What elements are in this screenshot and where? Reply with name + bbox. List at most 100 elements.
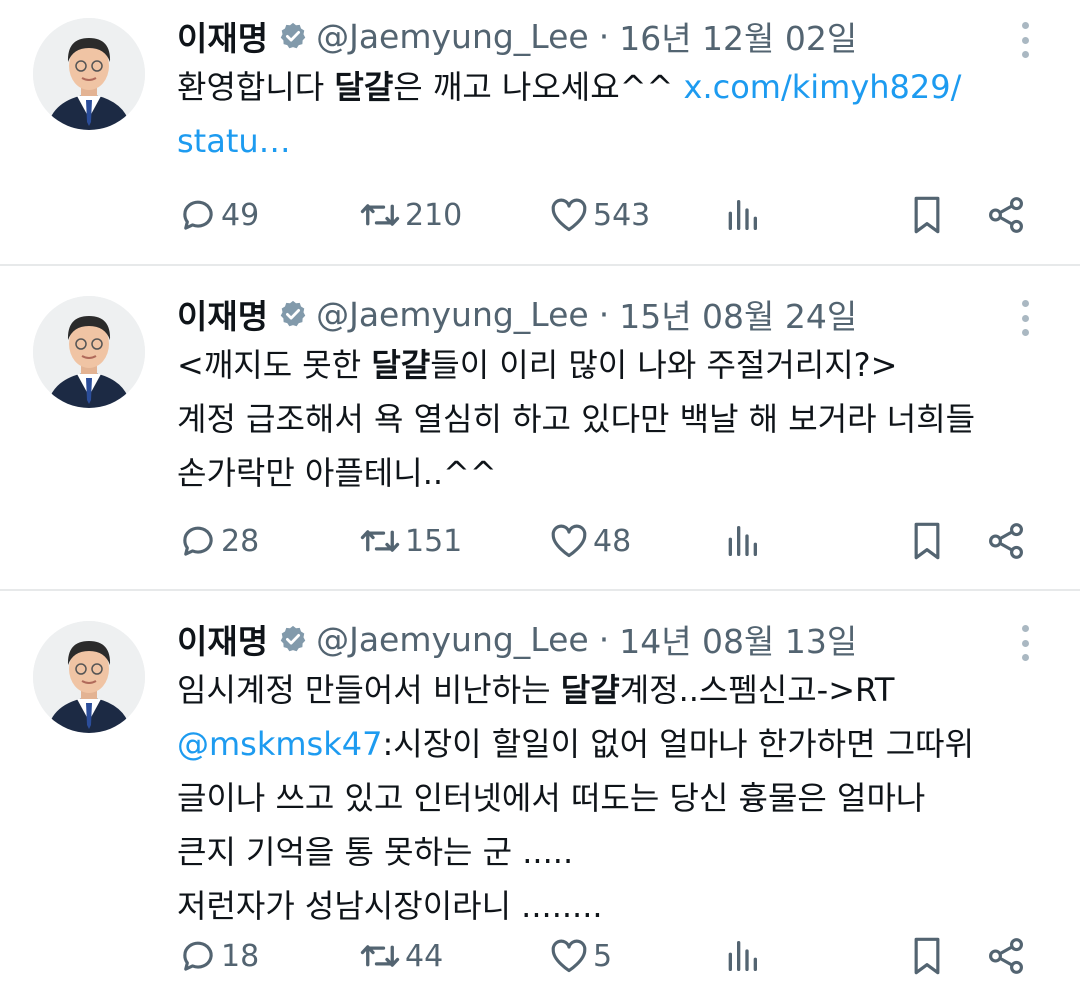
views-button[interactable]: [722, 190, 762, 240]
separator-dot: ·: [598, 16, 610, 56]
tweet[interactable]: 이재명 @Jaemyung_Lee · 16년 12월 02일 환영합니다 달걀…: [0, 0, 1080, 266]
bookmark-icon: [907, 518, 947, 564]
share-button[interactable]: [985, 516, 1027, 566]
tweet-text-line: 글이나 쓰고 있고 인터넷에서 떠도는 당신 흉물은 얼마나: [177, 771, 1050, 825]
share-icon: [985, 194, 1027, 236]
views-button[interactable]: [722, 516, 762, 566]
url-link[interactable]: statu…: [177, 122, 291, 160]
verified-badge-icon: [278, 624, 308, 654]
tweet-text-line: 손가락만 아플테니..^^: [177, 446, 1050, 500]
like-button[interactable]: 5: [547, 931, 612, 981]
bookmark-button[interactable]: [907, 190, 947, 240]
author-name[interactable]: 이재명: [177, 12, 268, 60]
more-options-icon[interactable]: [1020, 300, 1030, 336]
bookmark-icon: [907, 933, 947, 979]
author-name[interactable]: 이재명: [177, 615, 268, 663]
text-segment: 계정..스펨신고->RT: [619, 671, 895, 709]
tweet-text: 환영합니다 달걀은 깨고 나오세요^^ x.com/kimyh829/statu…: [177, 60, 1050, 168]
retweet-icon: [357, 935, 403, 977]
like-count: 543: [593, 197, 651, 233]
like-count: 48: [593, 523, 632, 559]
share-icon: [985, 935, 1027, 977]
highlighted-keyword: 달걀: [334, 68, 394, 106]
highlighted-keyword: 달걀: [371, 346, 431, 384]
retweet-count: 44: [405, 938, 444, 974]
text-segment: 임시계정 만들어서 비난하는: [177, 671, 561, 709]
like-button[interactable]: 48: [547, 516, 631, 566]
separator-dot: ·: [598, 294, 610, 334]
tweet-header: 이재명 @Jaemyung_Lee · 16년 12월 02일: [177, 12, 1020, 60]
text-segment: 계정 급조해서 욕 열심히 하고 있다만 백날 해 보거라 너희들: [177, 400, 976, 438]
more-options-icon[interactable]: [1020, 625, 1030, 661]
reply-count: 18: [221, 938, 260, 974]
text-segment: 큰지 기억을 통 못하는 군 .....: [177, 833, 574, 871]
tweet-text-line: 환영합니다 달걀은 깨고 나오세요^^ x.com/kimyh829/: [177, 60, 1050, 114]
tweet-header: 이재명 @Jaemyung_Lee · 14년 08월 13일: [177, 615, 1020, 663]
tweet-actions: 28 151 48: [177, 516, 1030, 566]
tweet-text-line: 큰지 기억을 통 못하는 군 .....: [177, 825, 1050, 879]
highlighted-keyword: 달걀: [560, 671, 620, 709]
heart-icon: [547, 935, 591, 977]
retweet-button[interactable]: 151: [357, 516, 462, 566]
tweet[interactable]: 이재명 @Jaemyung_Lee · 14년 08월 13일 임시계정 만들어…: [0, 591, 1080, 1003]
author-handle[interactable]: @Jaemyung_Lee: [316, 295, 589, 334]
reply-count: 49: [221, 197, 260, 233]
tweet-text: 임시계정 만들어서 비난하는 달걀계정..스펨신고->RT @mskmsk47:시…: [177, 663, 1050, 933]
text-segment: 들이 이리 많이 나와 주절거리지?>: [430, 346, 898, 384]
url-link[interactable]: x.com/kimyh829/: [684, 68, 962, 106]
text-segment: 저런자가 성남시장이라니 ........: [177, 887, 603, 925]
retweet-button[interactable]: 210: [357, 190, 462, 240]
author-handle[interactable]: @Jaemyung_Lee: [316, 17, 589, 56]
retweet-button[interactable]: 44: [357, 931, 443, 981]
reply-button[interactable]: 28: [177, 516, 259, 566]
tweet-text-line: @mskmsk47:시장이 할일이 없어 얼마나 한가하면 그따위: [177, 717, 1050, 771]
reply-count: 28: [221, 523, 260, 559]
like-button[interactable]: 543: [547, 190, 650, 240]
views-chart-icon: [722, 520, 762, 562]
tweet-date[interactable]: 15년 08월 24일: [619, 290, 857, 338]
text-segment: 글이나 쓰고 있고 인터넷에서 떠도는 당신 흉물은 얼마나: [177, 779, 926, 817]
views-chart-icon: [722, 935, 762, 977]
author-handle[interactable]: @Jaemyung_Lee: [316, 620, 589, 659]
reply-button[interactable]: 49: [177, 190, 259, 240]
tweet-text-line: statu…: [177, 114, 1050, 168]
text-segment: 은 깨고 나오세요^^: [393, 68, 684, 106]
share-button[interactable]: [985, 931, 1027, 981]
text-segment: 환영합니다: [177, 68, 335, 106]
heart-icon: [547, 520, 591, 562]
text-segment: 손가락만 아플테니..^^: [177, 454, 497, 492]
text-segment: <깨지도 못한: [177, 346, 372, 384]
share-button[interactable]: [985, 190, 1027, 240]
views-button[interactable]: [722, 931, 762, 981]
separator-dot: ·: [598, 619, 610, 659]
tweet-date[interactable]: 14년 08월 13일: [619, 615, 857, 663]
tweet-actions: 18 44 5: [177, 931, 1030, 981]
tweet-date[interactable]: 16년 12월 02일: [619, 12, 857, 60]
retweet-icon: [357, 520, 403, 562]
verified-badge-icon: [278, 299, 308, 329]
bookmark-icon: [907, 192, 947, 238]
tweet-actions: 49 210 543: [177, 190, 1030, 240]
avatar[interactable]: [33, 621, 145, 733]
avatar[interactable]: [33, 296, 145, 408]
reply-icon: [177, 194, 219, 236]
retweet-icon: [357, 194, 403, 236]
reply-button[interactable]: 18: [177, 931, 259, 981]
mention-link[interactable]: @mskmsk47: [177, 725, 382, 763]
avatar[interactable]: [33, 18, 145, 130]
more-options-icon[interactable]: [1020, 22, 1030, 58]
text-segment: :시장이 할일이 없어 얼마나 한가하면 그따위: [382, 725, 975, 763]
share-icon: [985, 520, 1027, 562]
views-chart-icon: [722, 194, 762, 236]
tweet[interactable]: 이재명 @Jaemyung_Lee · 15년 08월 24일 <깨지도 못한 …: [0, 266, 1080, 591]
heart-icon: [547, 194, 591, 236]
bookmark-button[interactable]: [907, 516, 947, 566]
tweet-text-line: 임시계정 만들어서 비난하는 달걀계정..스펨신고->RT: [177, 663, 1050, 717]
verified-badge-icon: [278, 21, 308, 51]
tweet-text: <깨지도 못한 달걀들이 이리 많이 나와 주절거리지?> 계정 급조해서 욕 열…: [177, 338, 1050, 500]
retweet-count: 151: [405, 523, 463, 559]
author-name[interactable]: 이재명: [177, 290, 268, 338]
tweet-text-line: 저런자가 성남시장이라니 ........: [177, 879, 1050, 933]
tweet-text-line: 계정 급조해서 욕 열심히 하고 있다만 백날 해 보거라 너희들: [177, 392, 1050, 446]
bookmark-button[interactable]: [907, 931, 947, 981]
